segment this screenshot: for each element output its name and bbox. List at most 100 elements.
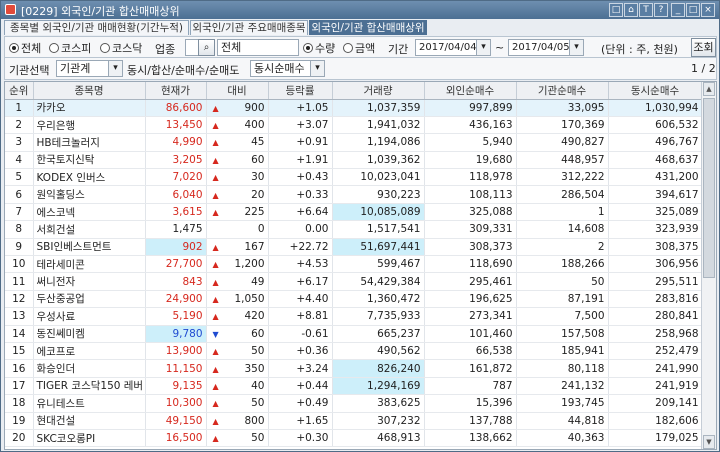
table-row[interactable]: 4 한국토지신탁 3,205 ▲ 60 +1.91 1,039,362 19,680 448,9…	[5, 151, 703, 170]
stock-name-cell[interactable]: SKC코오롱PI	[33, 429, 146, 448]
table-row[interactable]: 20 SKC코오롱PI 16,500 ▲ 50 +0.30 468,913 138,662 40…	[5, 429, 703, 448]
title-bar[interactable]: [0229] 외국인/기관 합산매매상위 □ ⌂ T ? _ □ ×	[1, 1, 719, 19]
stock-name-cell[interactable]: 유니테스트	[33, 394, 146, 413]
change-cell: ▲ 1,200	[206, 255, 269, 274]
table-row[interactable]: 19 현대건설 49,150 ▲ 800 +1.65 307,232 137,788 44,81…	[5, 412, 703, 430]
stock-name-cell[interactable]: 우리은행	[33, 116, 146, 135]
table-row[interactable]: 5 KODEX 인버스 7,020 ▲ 30 +0.43 10,023,041 118,978…	[5, 168, 703, 187]
vertical-scrollbar[interactable]: ▲ ▼	[701, 82, 716, 449]
col-name[interactable]: 종목명	[33, 82, 146, 100]
inst-net-cell: 185,941	[516, 342, 609, 361]
col-inst-net[interactable]: 기관순매수	[516, 82, 609, 100]
stock-name-cell[interactable]: 원익홀딩스	[33, 185, 146, 204]
col-both-net[interactable]: 동시순매수	[608, 82, 703, 100]
basis-amount-radio[interactable]: 금액	[343, 41, 375, 55]
up-arrow-icon: ▲	[212, 347, 219, 357]
price-cell: 902	[145, 238, 207, 257]
help-icon[interactable]: ?	[654, 3, 668, 17]
scroll-down-icon[interactable]: ▼	[703, 435, 715, 449]
stock-name-cell[interactable]: KODEX 인버스	[33, 168, 146, 187]
market-kospi-radio[interactable]: 코스피	[49, 41, 91, 55]
stock-name-cell[interactable]: 두산중공업	[33, 290, 146, 309]
home-icon[interactable]: ⌂	[624, 3, 638, 17]
rank-cell: 11	[5, 272, 34, 291]
table-row[interactable]: 14 동진쎄미켐 9,780 ▼ 60 -0.61 665,237 101,460 157,50…	[5, 325, 703, 343]
stock-name-cell[interactable]: 테라세미콘	[33, 255, 146, 274]
change-value: 225	[244, 206, 265, 219]
chevron-down-icon[interactable]: ▾	[108, 61, 122, 76]
table-row[interactable]: 17 TIGER 코스닥150 레버 9,135 ▲ 40 +0.44 1,294,169 7…	[5, 377, 703, 396]
market-kosdaq-radio[interactable]: 코스닥	[100, 41, 142, 55]
col-change[interactable]: 대비	[206, 82, 269, 100]
foreign-net-cell: 325,088	[424, 203, 517, 222]
both-net-cell: 308,375	[608, 238, 703, 257]
stock-name-cell[interactable]: HB테크놀러지	[33, 133, 146, 152]
both-net-cell: 241,919	[608, 377, 703, 396]
close-icon[interactable]: ×	[701, 3, 715, 17]
inst-net-cell: 7,500	[516, 307, 609, 326]
stock-name-cell[interactable]: 현대건설	[33, 412, 146, 430]
table-row[interactable]: 12 두산중공업 24,900 ▲ 1,050 +4.40 1,360,472 196,625…	[5, 290, 703, 309]
tab-period-trading[interactable]: 종목별 외국인/기관 매매현황(기간누적)	[4, 20, 189, 35]
search-icon[interactable]: ⌕	[198, 39, 215, 56]
maximize-icon[interactable]: □	[686, 3, 700, 17]
market-all-radio[interactable]: 전체	[9, 41, 41, 55]
inst-net-cell: 241,132	[516, 377, 609, 396]
table-row[interactable]: 15 에코프로 13,900 ▲ 50 +0.36 490,562 66,538 185,941…	[5, 342, 703, 361]
table-row[interactable]: 16 화승인더 11,150 ▲ 350 +3.24 826,240 161,872 80,11…	[5, 359, 703, 378]
text-icon[interactable]: T	[639, 3, 653, 17]
stock-name-cell[interactable]: 화승인더	[33, 359, 146, 378]
rate-cell: +0.91	[268, 133, 333, 152]
col-rank[interactable]: 순위	[5, 82, 34, 100]
up-arrow-icon: ▲	[212, 399, 219, 409]
stock-name-cell[interactable]: 에코프로	[33, 342, 146, 361]
col-rate[interactable]: 등락률	[268, 82, 333, 100]
stock-name-cell[interactable]: SBI인베스트먼트	[33, 238, 146, 257]
calendar-icon[interactable]: ▾	[569, 40, 583, 55]
table-row[interactable]: 11 써니전자 843 ▲ 49 +6.17 54,429,384 295,461 50 295,…	[5, 272, 703, 291]
link-icon[interactable]: □	[609, 3, 623, 17]
col-price[interactable]: 현재가	[145, 82, 207, 100]
table-row[interactable]: 3 HB테크놀러지 4,990 ▲ 45 +0.91 1,194,086 5,940 490,8…	[5, 133, 703, 152]
tab-major-stocks[interactable]: 외국인/기관 주요매매종목	[190, 20, 308, 35]
stock-name-cell[interactable]: TIGER 코스닥150 레버	[33, 377, 146, 396]
stock-name-cell[interactable]: 에스코넥	[33, 203, 146, 222]
stock-name-cell[interactable]: 한국토지신탁	[33, 151, 146, 170]
table-row[interactable]: 7 에스코넥 3,615 ▲ 225 +6.64 10,085,089 325,088 1 325…	[5, 203, 703, 222]
stock-name-cell[interactable]: 우성사료	[33, 307, 146, 326]
basis-quantity-radio[interactable]: 수량	[303, 41, 335, 55]
up-arrow-icon: ▲	[212, 260, 219, 270]
table-row[interactable]: 18 유니테스트 10,300 ▲ 50 +0.49 383,625 15,396 193,74…	[5, 394, 703, 413]
col-foreign-net[interactable]: 외인순매수	[424, 82, 517, 100]
table-row[interactable]: 2 우리은행 13,450 ▲ 400 +3.07 1,941,032 436,163 170,…	[5, 116, 703, 135]
change-value: 45	[251, 136, 265, 149]
tab-combined-top[interactable]: 외국인/기관 합산매매상위	[309, 20, 427, 35]
rank-cell: 1	[5, 99, 34, 117]
rate-cell: +3.07	[268, 116, 333, 135]
stock-name-cell[interactable]: 동진쎄미켐	[33, 325, 146, 343]
scroll-thumb[interactable]	[703, 98, 715, 278]
table-row[interactable]: 9 SBI인베스트먼트 902 ▲ 167 +22.72 51,697,441 308,373…	[5, 238, 703, 257]
change-cell: ▲ 45	[206, 133, 269, 152]
calendar-icon[interactable]: ▾	[476, 40, 490, 55]
rank-cell: 18	[5, 394, 34, 413]
stock-name-cell[interactable]: 써니전자	[33, 272, 146, 291]
chevron-down-icon[interactable]: ▾	[310, 61, 324, 76]
col-volume[interactable]: 거래량	[332, 82, 425, 100]
table-row[interactable]: 10 테라세미콘 27,700 ▲ 1,200 +4.53 599,467 118,690 18…	[5, 255, 703, 274]
stock-name-cell[interactable]: 카카오	[33, 99, 146, 117]
change-cell: 0	[206, 220, 269, 239]
search-button[interactable]: 조회	[691, 38, 716, 57]
radio-dot	[9, 43, 19, 53]
table-row[interactable]: 8 서희건설 1,475 0 0.00 1,517,541 309,331 14,608 323…	[5, 220, 703, 239]
investor-label: 기관선택	[9, 64, 50, 77]
scroll-up-icon[interactable]: ▲	[703, 82, 715, 96]
change-value: 20	[251, 188, 265, 201]
table-row[interactable]: 13 우성사료 5,190 ▲ 420 +8.81 7,735,933 273,341 7,50…	[5, 307, 703, 326]
table-row[interactable]: 1 카카오 86,600 ▲ 900 +1.05 1,037,359 997,899 33,09…	[5, 99, 703, 117]
stock-name-cell[interactable]: 서희건설	[33, 220, 146, 239]
minimize-icon[interactable]: _	[671, 3, 685, 17]
rate-cell: +4.40	[268, 290, 333, 309]
table-row[interactable]: 6 원익홀딩스 6,040 ▲ 20 +0.33 930,223 108,113 286,504…	[5, 185, 703, 204]
price-cell: 16,500	[145, 429, 207, 448]
